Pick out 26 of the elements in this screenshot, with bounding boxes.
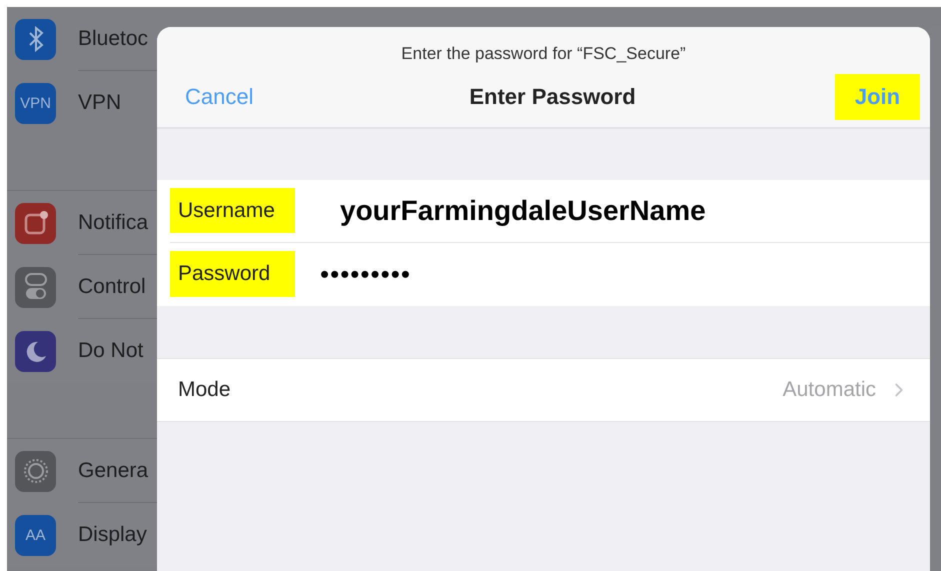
cancel-button[interactable]: Cancel <box>185 80 305 113</box>
dialog-title: Enter Password <box>469 83 636 111</box>
username-value: yourFarmingdaleUserName <box>340 194 706 228</box>
settings-item-label[interactable]: Display <box>78 519 147 551</box>
settings-item-label[interactable]: VPN <box>78 87 122 119</box>
icon-label: VPN <box>20 96 51 110</box>
password-field[interactable]: Password ••••••••• <box>157 242 930 306</box>
icon-label: AA <box>25 528 46 542</box>
settings-item-label[interactable]: Genera <box>78 454 148 486</box>
field-label: Username <box>170 188 295 234</box>
settings-item-label[interactable]: Do Not <box>78 335 144 367</box>
password-dots: ••••••••• <box>320 258 411 290</box>
notification-icon <box>22 210 48 236</box>
mode-row[interactable]: Mode Automatic <box>157 358 930 422</box>
toggles-icon <box>24 272 48 302</box>
settings-item-label[interactable]: Notifica <box>78 206 148 238</box>
gear-icon <box>22 457 50 485</box>
settings-item-label[interactable]: Control <box>78 270 146 302</box>
mode-label: Mode <box>178 376 232 403</box>
mode-value: Automatic <box>782 376 876 403</box>
join-button[interactable]: Join <box>835 74 920 120</box>
bluetooth-icon <box>26 26 44 52</box>
settings-item-label[interactable]: Bluetoc <box>78 22 148 54</box>
username-field[interactable]: Username yourFarmingdaleUserName <box>157 180 930 242</box>
dialog-prompt: Enter the password for “FSC_Secure” <box>401 43 686 65</box>
field-label: Password <box>170 251 295 297</box>
